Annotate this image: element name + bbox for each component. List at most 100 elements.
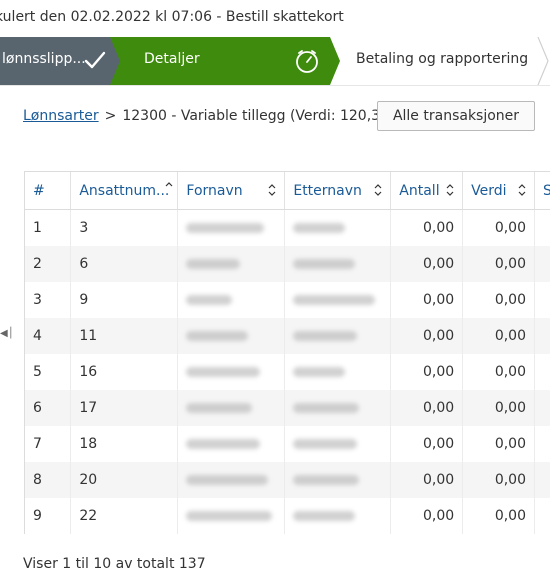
redacted-text — [186, 403, 253, 413]
cell-first-name — [177, 426, 286, 462]
table-body: 1 3 0,00 0,00 2 6 0,00 0,00 3 9 0,00 0,00 4 11 0,00 0,0… — [25, 209, 550, 534]
cell-last-name — [284, 354, 392, 390]
cell-index: 6 — [25, 390, 72, 426]
timer-icon — [296, 50, 318, 73]
cell-s — [534, 209, 550, 246]
cell-antall: 0,00 — [390, 498, 464, 534]
redacted-text — [186, 259, 241, 269]
cell-index: 1 — [25, 209, 72, 246]
wizard-stepper: lønnsslipp... Detaljer Betaling og rappo… — [0, 37, 550, 86]
cell-antall: 0,00 — [390, 282, 464, 318]
cell-verdi: 0,00 — [462, 426, 535, 462]
table-row[interactable]: 9 22 0,00 0,00 — [25, 498, 550, 534]
table-row[interactable]: 1 3 0,00 0,00 — [25, 209, 550, 246]
cell-s — [534, 390, 550, 426]
cell-last-name — [284, 209, 392, 246]
pager-summary: Viser 1 til 10 av totalt 137 — [23, 556, 206, 572]
cell-last-name — [284, 318, 392, 354]
cell-s — [534, 426, 550, 462]
column-header-employee-number[interactable]: Ansattnum... — [70, 172, 179, 210]
cell-first-name — [177, 318, 286, 354]
cell-first-name — [177, 354, 286, 390]
table-row[interactable]: 8 20 0,00 0,00 — [25, 462, 550, 498]
table-row[interactable]: 7 18 0,00 0,00 — [25, 426, 550, 462]
cell-last-name — [284, 390, 392, 426]
step-detaljer-label: Detaljer — [144, 51, 200, 67]
sort-ascending-icon[interactable] — [165, 181, 173, 193]
redacted-text — [293, 259, 356, 269]
redacted-text — [186, 511, 273, 521]
cell-employee-number: 9 — [70, 282, 179, 318]
cell-last-name — [284, 246, 392, 282]
redacted-text — [186, 475, 269, 485]
cell-verdi: 0,00 — [462, 390, 535, 426]
table-header-row: # Ansattnum... Fornavn Etternavn Antall … — [25, 172, 550, 210]
breadcrumb-current: 12300 - Variable tillegg (Verdi: 120,36) — [122, 108, 395, 124]
table-row[interactable]: 2 6 0,00 0,00 — [25, 246, 550, 282]
breadcrumb: Lønnsarter >12300 - Variable tillegg (Ver… — [23, 108, 394, 124]
step-separator-icon — [537, 37, 549, 85]
breadcrumb-link-lonnsarter[interactable]: Lønnsarter — [23, 108, 99, 124]
cell-antall: 0,00 — [390, 354, 464, 390]
cell-last-name — [284, 462, 392, 498]
cell-s — [534, 498, 550, 534]
cell-index: 8 — [25, 462, 72, 498]
cell-employee-number: 6 — [70, 246, 179, 282]
redacted-text — [186, 439, 261, 449]
collapse-handle-icon[interactable]: ◀│ — [0, 328, 14, 339]
cell-antall: 0,00 — [390, 390, 464, 426]
cell-s — [534, 462, 550, 498]
checkmark-icon — [84, 51, 106, 69]
all-transactions-button[interactable]: Alle transaksjoner — [377, 101, 535, 131]
cell-employee-number: 11 — [70, 318, 179, 354]
redacted-text — [186, 295, 233, 305]
column-header-s[interactable]: S — [534, 172, 550, 210]
cell-index: 9 — [25, 498, 72, 534]
cell-antall: 0,00 — [390, 462, 464, 498]
redacted-text — [186, 331, 249, 341]
column-header-last-name[interactable]: Etternavn — [284, 172, 392, 210]
cell-index: 2 — [25, 246, 72, 282]
table-row[interactable]: 5 16 0,00 0,00 — [25, 354, 550, 390]
cell-antall: 0,00 — [390, 209, 464, 246]
cell-index: 4 — [25, 318, 72, 354]
cell-first-name — [177, 209, 286, 246]
cell-verdi: 0,00 — [462, 246, 535, 282]
cell-last-name — [284, 498, 392, 534]
redacted-text — [293, 475, 360, 485]
redacted-text — [186, 367, 261, 377]
cell-employee-number: 16 — [70, 354, 179, 390]
page-header: kulert den 02.02.2022 kl 07:06 - Bestill… — [0, 0, 550, 36]
cell-first-name — [177, 498, 286, 534]
cell-verdi: 0,00 — [462, 354, 535, 390]
cell-antall: 0,00 — [390, 426, 464, 462]
sort-icon[interactable] — [446, 183, 454, 197]
table-row[interactable]: 6 17 0,00 0,00 — [25, 390, 550, 426]
sort-icon[interactable] — [268, 183, 276, 197]
cell-last-name — [284, 426, 392, 462]
redacted-text — [293, 439, 358, 449]
data-table: # Ansattnum... Fornavn Etternavn Antall … — [25, 172, 550, 534]
cell-employee-number: 17 — [70, 390, 179, 426]
cell-employee-number: 18 — [70, 426, 179, 462]
cell-verdi: 0,00 — [462, 462, 535, 498]
table-row[interactable]: 4 11 0,00 0,00 — [25, 318, 550, 354]
cell-index: 7 — [25, 426, 72, 462]
sort-icon[interactable] — [518, 183, 526, 197]
column-header-verdi[interactable]: Verdi — [462, 172, 535, 210]
cell-s — [534, 246, 550, 282]
page-title: kulert den 02.02.2022 kl 07:06 - Bestill… — [0, 9, 344, 25]
transactions-table: # Ansattnum... Fornavn Etternavn Antall … — [24, 171, 550, 534]
cell-first-name — [177, 390, 286, 426]
column-header-first-name[interactable]: Fornavn — [177, 172, 286, 210]
table-row[interactable]: 3 9 0,00 0,00 — [25, 282, 550, 318]
cell-employee-number: 3 — [70, 209, 179, 246]
column-header-index[interactable]: # — [25, 172, 72, 210]
breadcrumb-separator: > — [104, 108, 117, 124]
redacted-text — [293, 295, 376, 305]
cell-s — [534, 282, 550, 318]
column-header-antall[interactable]: Antall — [390, 172, 464, 210]
redacted-text — [293, 367, 346, 377]
sort-icon[interactable] — [374, 183, 382, 197]
step-betaling-label: Betaling og rapportering — [356, 51, 529, 67]
